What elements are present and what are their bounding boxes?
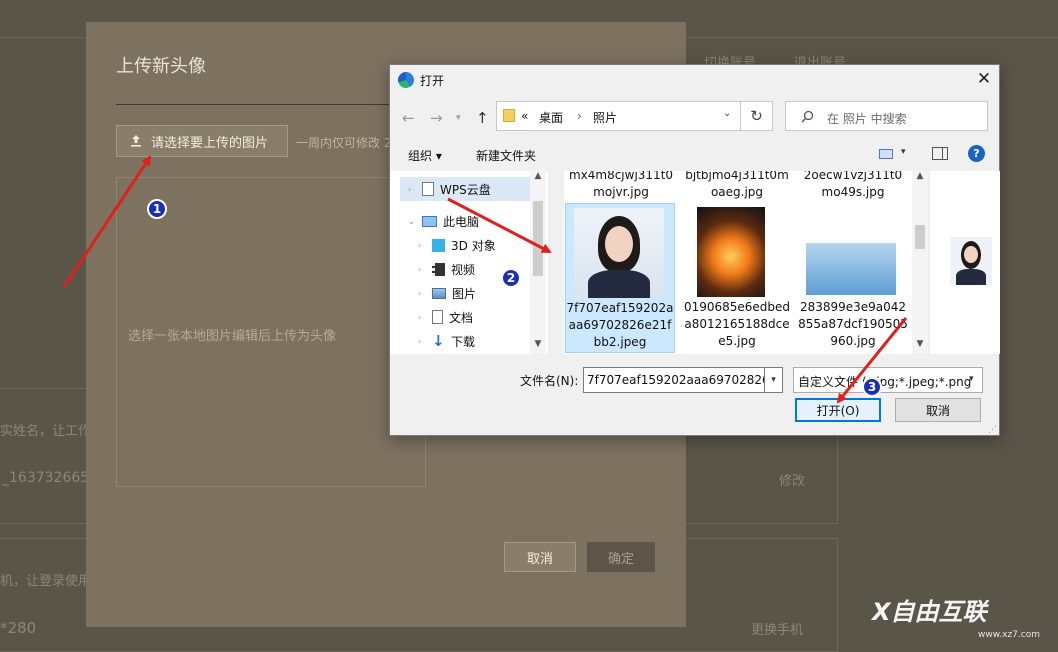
watermark-url: www.xz7.com: [978, 630, 1040, 640]
watermark-logo: X自由互联: [872, 598, 987, 626]
arrow-to-selected-file: [447, 197, 552, 254]
step-badge-2: 2: [501, 268, 521, 288]
step-badge-1: 1: [147, 199, 167, 219]
arrow-to-select-button: [62, 155, 152, 288]
annotation-arrows: [62, 155, 908, 404]
step-badge-3: 3: [862, 377, 882, 397]
